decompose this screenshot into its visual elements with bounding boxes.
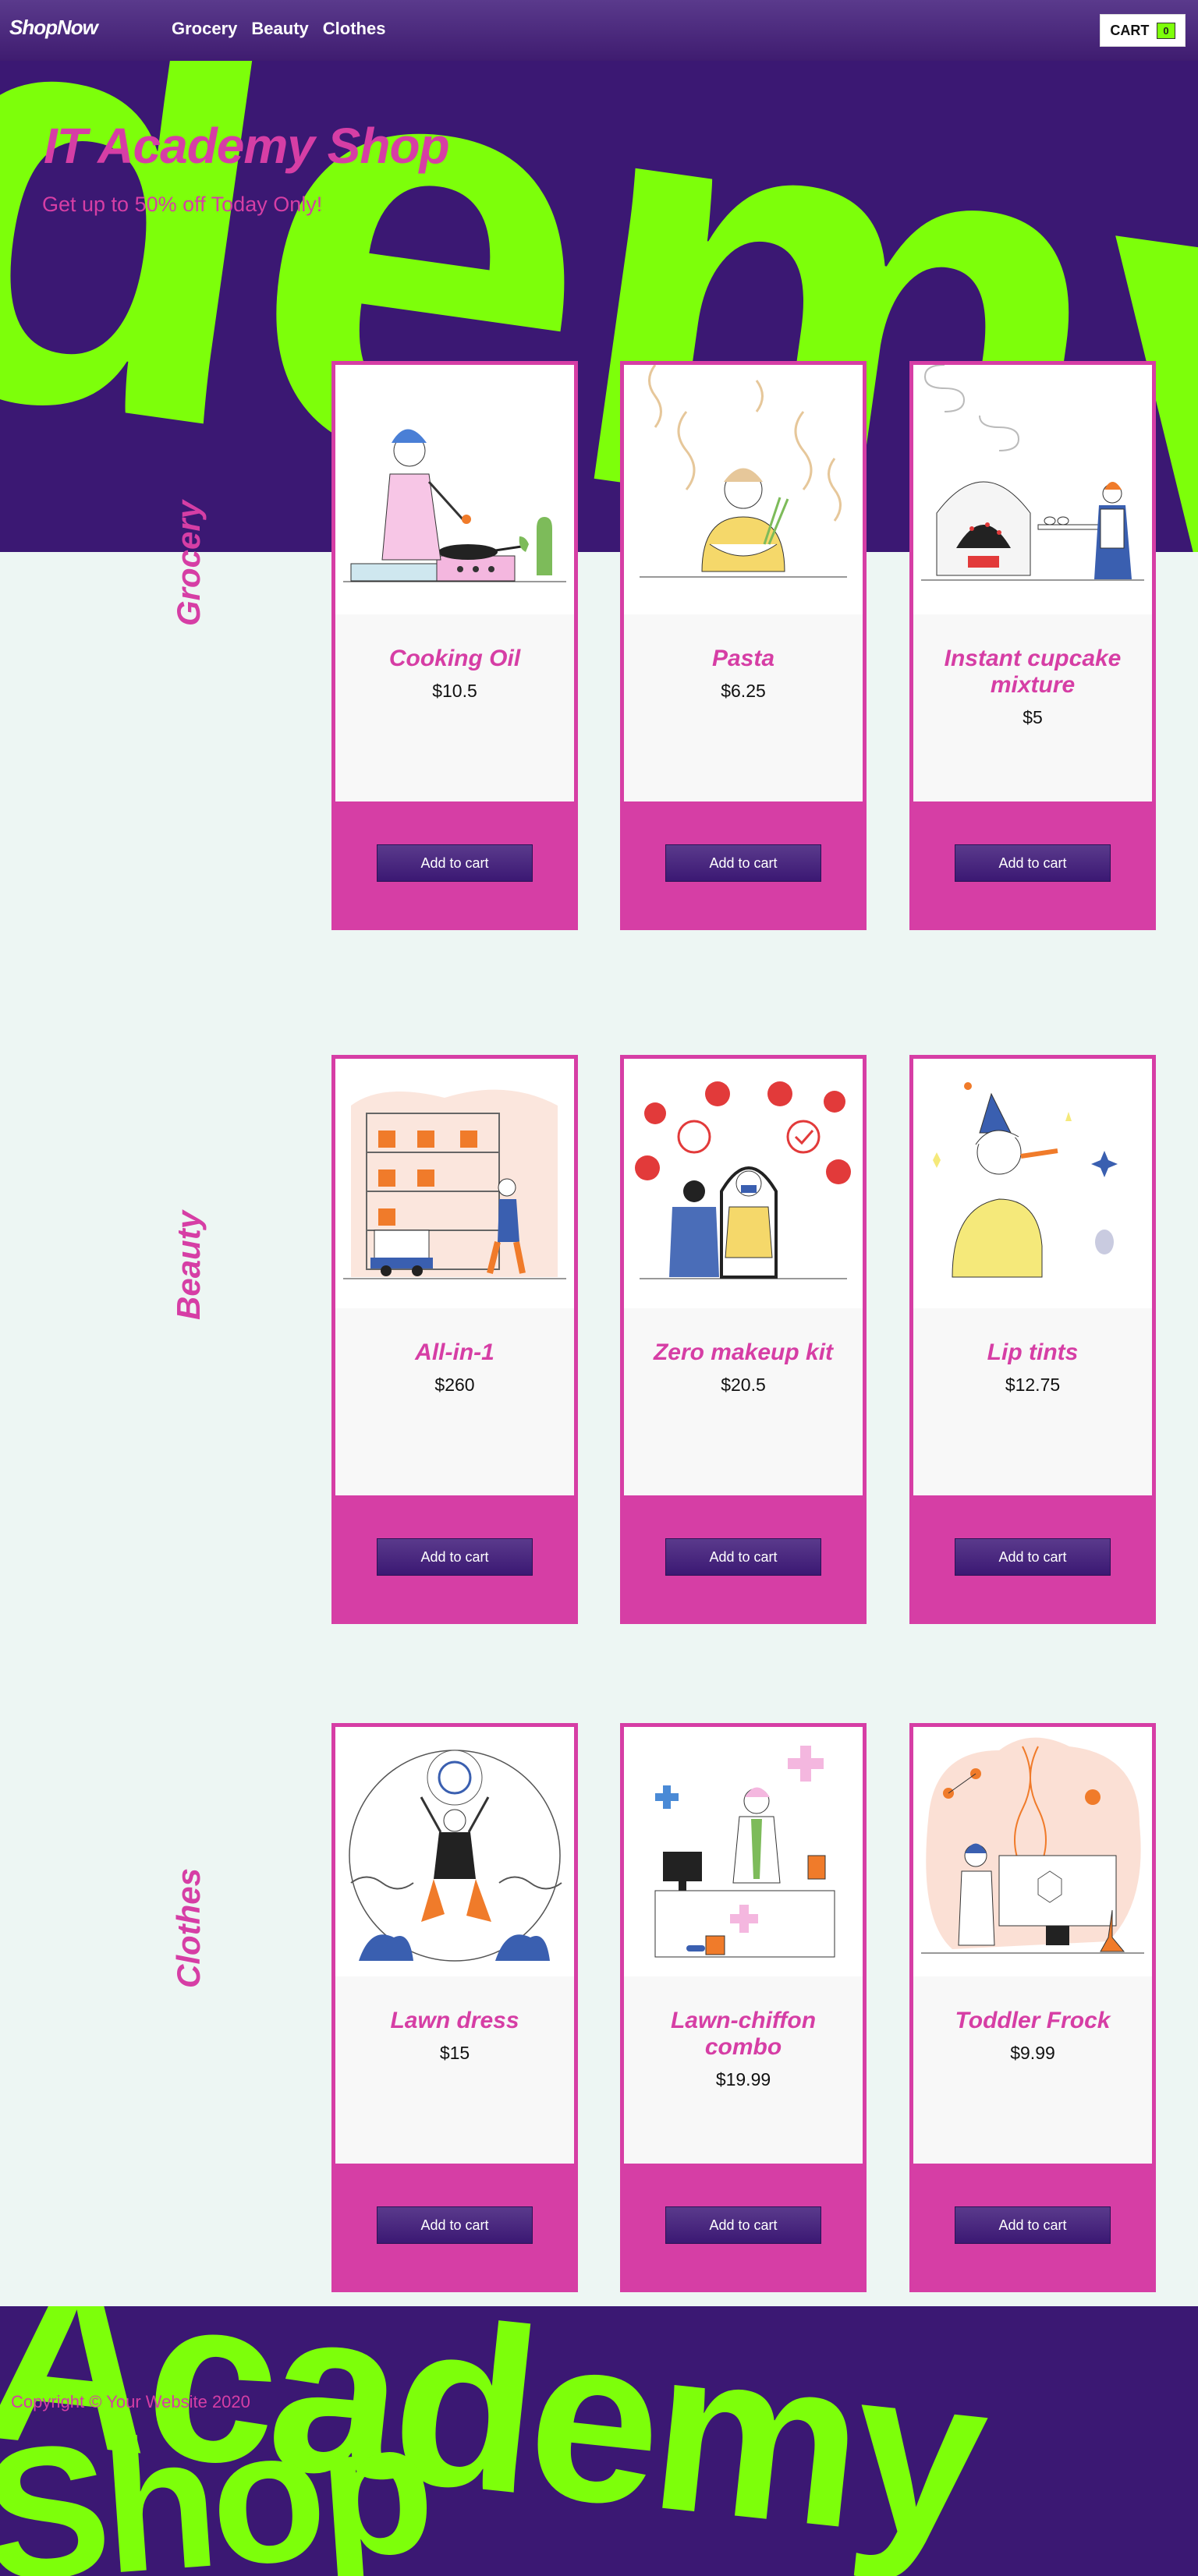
product-illustration-virus: [624, 1059, 863, 1308]
add-to-cart-button[interactable]: Add to cart: [377, 844, 533, 882]
product-name: Toddler Frock $9.99: [929, 2008, 1136, 2062]
product-name: Zero makeup kit $20.5: [640, 1339, 847, 1394]
product-illustration-dancer: [335, 1727, 574, 1976]
category-title: Clothes: [170, 1867, 207, 1988]
product-price: $9.99: [1010, 2043, 1055, 2063]
product-name: Lip tints $12.75: [929, 1339, 1136, 1394]
category-title: Beauty: [170, 1210, 207, 1320]
product-illustration-bakery: [913, 364, 1152, 614]
copyright-text: Copyright © Your Website 2020: [11, 2392, 250, 2411]
category-beauty: Beauty All-in-1 $260 Add to cart Zero ma…: [0, 1055, 1198, 1624]
category-grocery: Grocery Cooking Oil $10.5 Add to cart Pa…: [0, 361, 1198, 930]
product-illustration-warehouse: [335, 1059, 574, 1308]
product-price: $19.99: [715, 2069, 771, 2089]
product-card: Lawn-chiffon combo $19.99 Add to cart: [620, 1723, 867, 2292]
category-title: Grocery: [170, 500, 207, 626]
product-illustration-party: [913, 1059, 1152, 1308]
footer-decorative-text-bottom: Shop: [0, 2381, 434, 2576]
add-to-cart-button[interactable]: Add to cart: [665, 2206, 821, 2244]
product-price: $5: [1023, 707, 1043, 727]
product-price: $12.75: [1005, 1375, 1061, 1395]
add-to-cart-button[interactable]: Add to cart: [377, 1538, 533, 1576]
product-name: Instant cupcake mixture $5: [929, 646, 1136, 727]
hero-title: IT Academy Shop: [44, 118, 450, 174]
brand-logo[interactable]: ShopNow: [9, 16, 98, 40]
hero-subtitle: Get up to 50% off Today Only!: [42, 193, 323, 216]
product-price: $20.5: [721, 1375, 766, 1395]
product-name: All-in-1 $260: [351, 1339, 558, 1394]
cart-label: CART: [1110, 22, 1150, 38]
product-card: Instant cupcake mixture $5 Add to cart: [909, 361, 1156, 930]
product-name: Lawn dress $15: [351, 2008, 558, 2062]
product-price: $10.5: [432, 681, 477, 701]
product-name: Lawn-chiffon combo $19.99: [640, 2008, 847, 2089]
product-price: $260: [434, 1375, 475, 1395]
cart-count-badge: 0: [1157, 22, 1175, 39]
product-name: Cooking Oil $10.5: [351, 646, 558, 700]
cart-button[interactable]: CART 0: [1100, 14, 1186, 47]
product-illustration-pasta: [624, 364, 863, 614]
product-card: Cooking Oil $10.5 Add to cart: [331, 361, 578, 930]
footer: Academy Shop Copyright © Your Website 20…: [0, 2306, 1198, 2576]
add-to-cart-button[interactable]: Add to cart: [955, 1538, 1111, 1576]
product-illustration-cooking: [335, 365, 574, 614]
product-card: Pasta $6.25 Add to cart: [620, 361, 867, 930]
product-card: Zero makeup kit $20.5 Add to cart: [620, 1055, 867, 1624]
product-illustration-pharmacy: [624, 1727, 863, 1976]
add-to-cart-button[interactable]: Add to cart: [955, 2206, 1111, 2244]
add-to-cart-button[interactable]: Add to cart: [955, 844, 1111, 882]
nav-link-beauty[interactable]: Beauty: [251, 19, 308, 39]
add-to-cart-button[interactable]: Add to cart: [665, 844, 821, 882]
product-card: Toddler Frock $9.99 Add to cart: [909, 1723, 1156, 2292]
nav-link-clothes[interactable]: Clothes: [323, 19, 386, 39]
top-navbar: ShopNow Grocery Beauty Clothes CART 0: [0, 0, 1198, 61]
product-price: $15: [439, 2043, 470, 2063]
add-to-cart-button[interactable]: Add to cart: [377, 2206, 533, 2244]
product-price: $6.25: [721, 681, 766, 701]
product-card: Lip tints $12.75 Add to cart: [909, 1055, 1156, 1624]
category-clothes: Clothes Lawn dress $15 Add to cart Lawn-…: [0, 1723, 1198, 2292]
nav-links: Grocery Beauty Clothes: [172, 19, 385, 39]
product-illustration-science: [913, 1727, 1152, 1976]
nav-link-grocery[interactable]: Grocery: [172, 19, 237, 39]
add-to-cart-button[interactable]: Add to cart: [665, 1538, 821, 1576]
product-card: Lawn dress $15 Add to cart: [331, 1723, 578, 2292]
product-card: All-in-1 $260 Add to cart: [331, 1055, 578, 1624]
product-name: Pasta $6.25: [640, 646, 847, 700]
